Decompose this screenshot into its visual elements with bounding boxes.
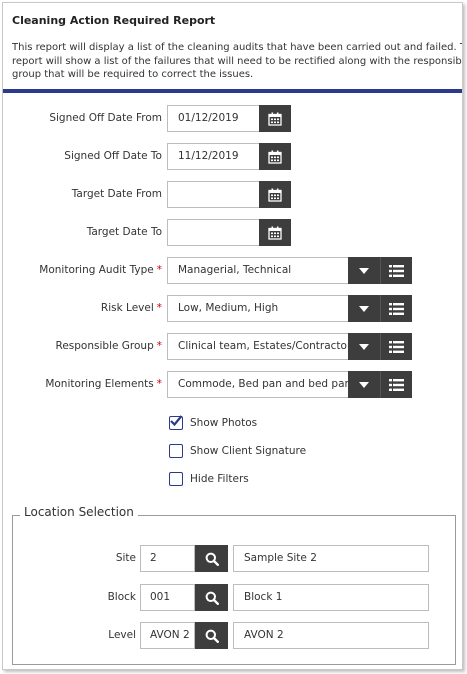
target-to-label: Target Date To bbox=[86, 226, 162, 238]
monitoring-elements-row: Monitoring Elements * Commode, Bed pan an… bbox=[3, 371, 462, 398]
location-selection-legend: Location Selection bbox=[20, 505, 138, 519]
monitoring-elements-dropdown-button[interactable] bbox=[348, 371, 380, 398]
show-client-signature-checkbox[interactable] bbox=[169, 444, 183, 458]
target-from-input[interactable] bbox=[167, 181, 271, 208]
audit-type-label: Monitoring Audit Type * bbox=[39, 257, 162, 284]
description-line: This report will display a list of the c… bbox=[12, 42, 463, 53]
responsible-group-label: Responsible Group * bbox=[56, 333, 162, 360]
block-row: Block 001 Block 1 bbox=[3, 584, 462, 611]
audit-type-list-button[interactable] bbox=[380, 257, 412, 284]
list-icon bbox=[389, 340, 404, 353]
audit-type-label-text: Monitoring Audit Type bbox=[39, 264, 154, 276]
monitoring-elements-list-button[interactable] bbox=[380, 371, 412, 398]
required-marker: * bbox=[156, 264, 162, 276]
hide-filters-label: Hide Filters bbox=[190, 473, 249, 485]
calendar-icon bbox=[268, 188, 282, 202]
signed-off-from-row: Signed Off Date From 01/12/2019 bbox=[3, 105, 462, 132]
audit-type-select[interactable]: Managerial, Technical bbox=[167, 257, 349, 284]
required-marker: * bbox=[156, 340, 162, 352]
search-icon bbox=[205, 552, 219, 566]
required-marker: * bbox=[156, 378, 162, 390]
signed-off-from-calendar-button[interactable] bbox=[259, 105, 291, 132]
show-client-signature-label: Show Client Signature bbox=[190, 445, 307, 457]
site-code-input[interactable]: 2 bbox=[140, 545, 195, 572]
responsible-group-label-text: Responsible Group bbox=[55, 340, 154, 352]
caret-down-icon bbox=[359, 305, 369, 312]
responsible-group-select[interactable]: Clinical team, Estates/Contractor bbox=[167, 333, 349, 360]
list-icon bbox=[389, 302, 404, 315]
target-from-calendar-button[interactable] bbox=[259, 181, 291, 208]
monitoring-elements-select[interactable]: Commode, Bed pan and bed pan bbox=[167, 371, 349, 398]
required-marker: * bbox=[156, 302, 162, 314]
risk-level-row: Risk Level * Low, Medium, High bbox=[3, 295, 462, 322]
responsible-group-dropdown-button[interactable] bbox=[348, 333, 380, 360]
calendar-icon bbox=[268, 226, 282, 240]
risk-level-select[interactable]: Low, Medium, High bbox=[167, 295, 349, 322]
header-divider bbox=[3, 89, 462, 93]
target-to-calendar-button[interactable] bbox=[259, 219, 291, 246]
level-code-input[interactable]: AVON 2 bbox=[140, 622, 195, 649]
calendar-icon bbox=[268, 150, 282, 164]
level-row: Level AVON 2 AVON 2 bbox=[3, 622, 462, 649]
checkmark-icon bbox=[170, 415, 183, 427]
site-name-input[interactable]: Sample Site 2 bbox=[233, 545, 429, 572]
report-description: This report will display a list of the c… bbox=[12, 41, 463, 82]
responsible-group-list-button[interactable] bbox=[380, 333, 412, 360]
signed-off-to-input[interactable]: 11/12/2019 bbox=[167, 143, 271, 170]
site-search-button[interactable] bbox=[195, 545, 228, 572]
block-search-button[interactable] bbox=[195, 584, 228, 611]
block-name-input[interactable]: Block 1 bbox=[233, 584, 429, 611]
show-photos-label: Show Photos bbox=[190, 417, 258, 429]
target-to-row: Target Date To bbox=[3, 219, 462, 246]
risk-level-list-button[interactable] bbox=[380, 295, 412, 322]
calendar-icon bbox=[268, 112, 282, 126]
description-line: report will show a list of the failures … bbox=[12, 55, 463, 67]
hide-filters-checkbox[interactable] bbox=[169, 472, 183, 486]
report-panel: Cleaning Action Required Report This rep… bbox=[2, 2, 463, 670]
description-line: group that will be required to correct t… bbox=[12, 69, 254, 80]
risk-level-label-text: Risk Level bbox=[100, 302, 154, 314]
signed-off-from-label: Signed Off Date From bbox=[49, 112, 162, 124]
risk-level-dropdown-button[interactable] bbox=[348, 295, 380, 322]
search-icon bbox=[205, 591, 219, 605]
site-row: Site 2 Sample Site 2 bbox=[3, 545, 462, 572]
audit-type-row: Monitoring Audit Type * Managerial, Techn… bbox=[3, 257, 462, 284]
target-from-label: Target Date From bbox=[71, 188, 162, 200]
monitoring-elements-label-text: Monitoring Elements bbox=[45, 378, 154, 390]
level-label: Level bbox=[108, 629, 136, 641]
list-icon bbox=[389, 264, 404, 277]
target-to-input[interactable] bbox=[167, 219, 271, 246]
level-name-input[interactable]: AVON 2 bbox=[233, 622, 429, 649]
responsible-group-row: Responsible Group * Clinical team, Estate… bbox=[3, 333, 462, 360]
search-icon bbox=[205, 629, 219, 643]
block-label: Block bbox=[107, 591, 136, 603]
site-label: Site bbox=[115, 552, 136, 564]
target-from-row: Target Date From bbox=[3, 181, 462, 208]
signed-off-from-input[interactable]: 01/12/2019 bbox=[167, 105, 271, 132]
block-code-input[interactable]: 001 bbox=[140, 584, 195, 611]
risk-level-label: Risk Level * bbox=[101, 295, 162, 322]
caret-down-icon bbox=[359, 343, 369, 350]
level-search-button[interactable] bbox=[195, 622, 228, 649]
signed-off-to-label: Signed Off Date To bbox=[64, 150, 162, 162]
signed-off-to-row: Signed Off Date To 11/12/2019 bbox=[3, 143, 462, 170]
audit-type-dropdown-button[interactable] bbox=[348, 257, 380, 284]
caret-down-icon bbox=[359, 381, 369, 388]
show-photos-checkbox[interactable] bbox=[169, 415, 183, 430]
page-title: Cleaning Action Required Report bbox=[12, 14, 216, 27]
monitoring-elements-label: Monitoring Elements * bbox=[45, 371, 162, 398]
signed-off-to-calendar-button[interactable] bbox=[259, 143, 291, 170]
caret-down-icon bbox=[359, 267, 369, 274]
list-icon bbox=[389, 378, 404, 391]
